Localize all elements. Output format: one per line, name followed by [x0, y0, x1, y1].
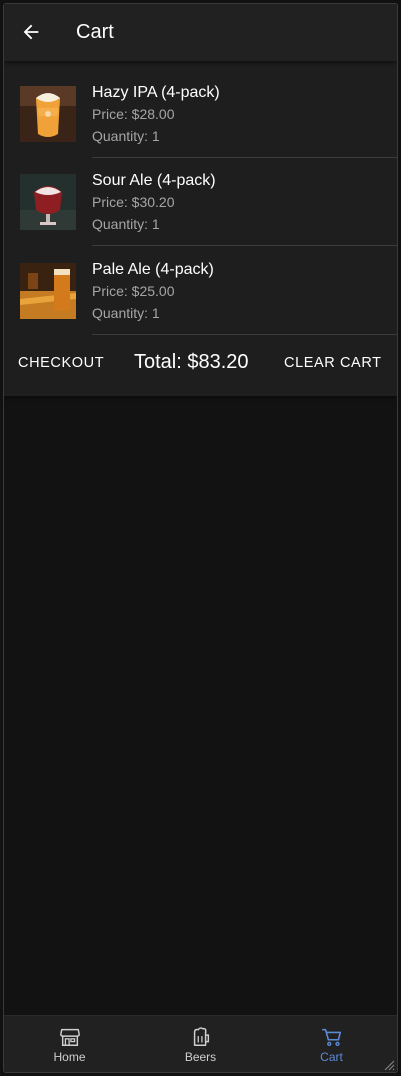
- cart-item: Pale Ale (4-pack) Price: $25.00 Quantity…: [4, 238, 397, 335]
- storefront-icon: [59, 1028, 80, 1046]
- cart-item: Hazy IPA (4-pack) Price: $28.00 Quantity…: [4, 61, 397, 158]
- item-price: Price: $30.20: [92, 194, 175, 210]
- resize-grip-icon[interactable]: [383, 1059, 395, 1071]
- cart-icon: [321, 1028, 341, 1047]
- nav-label-cart: Cart: [320, 1050, 343, 1064]
- app-window: Cart Hazy IPA (4-pack) Price: $28.00 Qua…: [3, 3, 398, 1073]
- item-name: Pale Ale (4-pack): [92, 261, 214, 278]
- arrow-left-icon: [23, 24, 39, 40]
- item-name: Hazy IPA (4-pack): [92, 84, 220, 101]
- item-divider: [92, 334, 397, 335]
- page-title: Cart: [76, 21, 114, 43]
- top-app-bar: Cart: [4, 4, 397, 61]
- item-price: Price: $28.00: [92, 106, 175, 122]
- item-quantity: Quantity: 1: [92, 128, 160, 144]
- pale-ale-thumbnail: [20, 263, 76, 319]
- clear-cart-button[interactable]: CLEAR CART: [284, 352, 382, 374]
- nav-label-home: Home: [53, 1050, 86, 1064]
- nav-item-cart[interactable]: Cart: [266, 1016, 397, 1072]
- beer-mug-icon: [193, 1027, 209, 1046]
- sour-ale-thumbnail: [20, 174, 76, 230]
- item-name: Sour Ale (4-pack): [92, 172, 216, 189]
- cart-item: Sour Ale (4-pack) Price: $30.20 Quantity…: [4, 149, 397, 246]
- nav-item-beers[interactable]: Beers: [135, 1016, 266, 1072]
- hazy-ipa-thumbnail: [20, 86, 76, 142]
- item-price: Price: $25.00: [92, 283, 175, 299]
- checkout-button[interactable]: CHECKOUT: [18, 352, 104, 374]
- cart-total: Total: $83.20: [134, 351, 249, 373]
- cart-panel: Hazy IPA (4-pack) Price: $28.00 Quantity…: [4, 61, 397, 396]
- item-quantity: Quantity: 1: [92, 216, 160, 232]
- nav-item-home[interactable]: Home: [4, 1016, 135, 1072]
- back-button[interactable]: [18, 19, 44, 45]
- item-quantity: Quantity: 1: [92, 305, 160, 321]
- bottom-navigation: Home Beers Cart: [4, 1015, 397, 1072]
- nav-label-beers: Beers: [184, 1050, 217, 1064]
